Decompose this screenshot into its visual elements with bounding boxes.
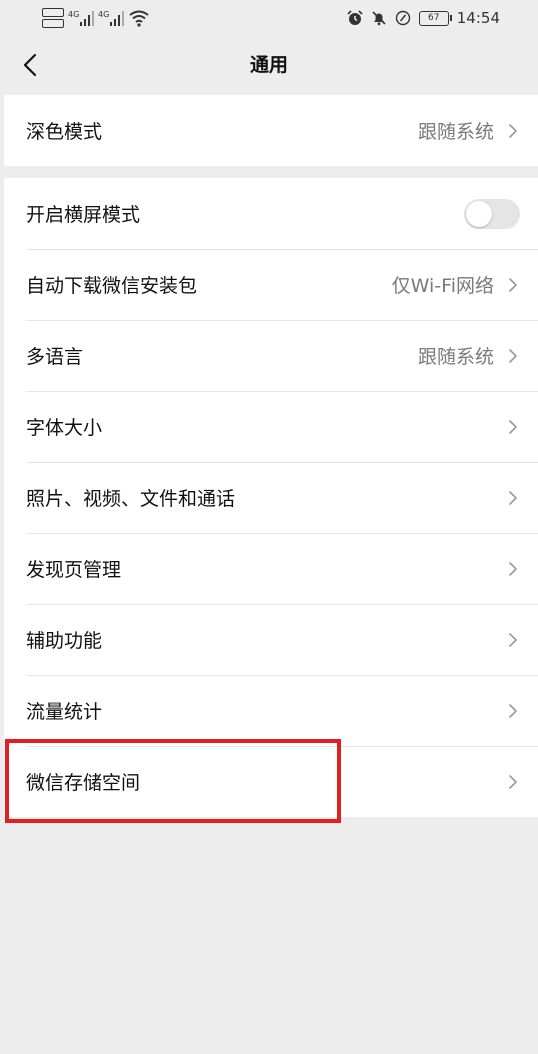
status-time: 14:54 <box>456 9 500 27</box>
row-label: 自动下载微信安装包 <box>26 275 198 297</box>
chevron-right-icon <box>509 277 517 292</box>
row-discover-management[interactable]: 发现页管理 <box>4 533 538 604</box>
chevron-right-icon <box>509 632 517 647</box>
status-bar: 4G 4G 67 14:54 <box>0 0 538 36</box>
mute-bell-icon <box>372 11 386 26</box>
row-label: 照片、视频、文件和通话 <box>26 488 236 510</box>
sim-card-icon <box>42 8 64 28</box>
row-dark-mode[interactable]: 深色模式 跟随系统 <box>4 95 538 166</box>
row-label: 深色模式 <box>26 121 103 143</box>
row-auto-download[interactable]: 自动下载微信安装包 仅Wi-Fi网络 <box>4 249 538 320</box>
page-title: 通用 <box>249 54 288 76</box>
battery-level: 67 <box>428 12 440 23</box>
wifi-icon <box>129 10 149 27</box>
row-landscape-mode: 开启横屏模式 <box>4 178 538 249</box>
row-label: 多语言 <box>26 346 84 368</box>
toggle-knob <box>466 200 492 227</box>
row-label: 开启横屏模式 <box>26 204 141 226</box>
svg-text:4G: 4G <box>98 10 109 19</box>
row-value: 跟随系统 <box>417 121 494 143</box>
landscape-toggle[interactable] <box>464 198 520 229</box>
row-label: 辅助功能 <box>26 630 103 652</box>
row-media-calls[interactable]: 照片、视频、文件和通话 <box>4 462 538 533</box>
row-data-usage[interactable]: 流量统计 <box>4 675 538 746</box>
row-wechat-storage[interactable]: 微信存储空间 <box>4 746 538 817</box>
svg-text:4G: 4G <box>68 10 79 19</box>
status-left-icons: 4G 4G <box>42 4 150 32</box>
chevron-right-icon <box>509 348 517 363</box>
signal-icon: 4G <box>68 10 94 26</box>
row-label: 发现页管理 <box>26 559 122 581</box>
chevron-right-icon <box>509 774 517 789</box>
chevron-right-icon <box>509 490 517 505</box>
battery-icon: 67 <box>418 10 452 26</box>
settings-group-general: 开启横屏模式 自动下载微信安装包 仅Wi-Fi网络 多语言 跟随系统 字体大小 … <box>4 178 538 817</box>
chevron-right-icon <box>509 419 517 434</box>
row-accessibility[interactable]: 辅助功能 <box>4 604 538 675</box>
chevron-right-icon <box>509 123 517 138</box>
speed-icon <box>395 10 410 26</box>
alarm-icon <box>347 10 363 25</box>
settings-group-display: 深色模式 跟随系统 <box>4 95 538 166</box>
row-value: 跟随系统 <box>417 346 494 368</box>
signal-icon: 4G <box>98 10 124 26</box>
row-label: 微信存储空间 <box>26 772 141 794</box>
navigation-bar: 通用 <box>0 36 538 94</box>
chevron-right-icon <box>509 703 517 718</box>
status-right-icons: 67 14:54 <box>347 4 500 32</box>
row-label: 字体大小 <box>26 417 103 439</box>
row-font-size[interactable]: 字体大小 <box>4 391 538 462</box>
row-language[interactable]: 多语言 跟随系统 <box>4 320 538 391</box>
row-value: 仅Wi-Fi网络 <box>391 275 494 297</box>
row-label: 流量统计 <box>26 701 103 723</box>
chevron-right-icon <box>509 561 517 576</box>
